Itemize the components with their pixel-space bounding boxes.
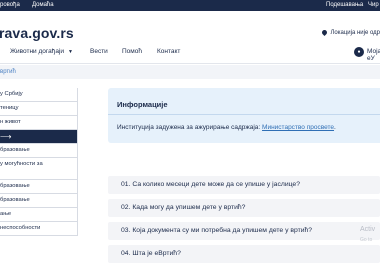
nav-contact[interactable]: Контакт (157, 48, 180, 55)
site-logo[interactable]: rava.gov.rs (0, 25, 74, 41)
sidebar-item-label: н живот (0, 119, 21, 125)
sidebar-item[interactable]: бразовање (0, 144, 78, 158)
top-link-1[interactable]: ровођа (0, 2, 20, 8)
sidebar-item-label: у могућности за (0, 161, 43, 167)
script-link[interactable]: Чир (368, 2, 379, 8)
sidebar-item-active[interactable]: ⟶ (0, 130, 78, 144)
breadcrumb-current[interactable]: вртић (0, 69, 16, 75)
faq-question: 04. Шта је еВртић? (121, 250, 181, 257)
info-body-text: Институција задужена за ажурирање садржа… (117, 124, 263, 131)
sidebar-menu: у Србију теницу н живот ⟶ бразовање у мо… (0, 88, 78, 236)
sidebar-item-label: неспособности (0, 225, 41, 231)
nav-life-events[interactable]: Животни догађаји ▼ (10, 48, 73, 55)
site-header: rava.gov.rs Локација није одр (0, 11, 380, 43)
info-body-suffix: . (334, 124, 336, 131)
top-utility-bar: ровођа Домаћа Подешавања Чир (0, 0, 380, 11)
faq-question: 03. Која документа су ми потребна да упи… (121, 227, 313, 234)
faq-item[interactable]: 04. Шта је еВртић? (108, 245, 380, 263)
activation-watermark-sub: Go to (360, 237, 373, 243)
faq-question: 01. Са колико месеци дете може да се упи… (121, 181, 300, 188)
faq-item[interactable]: 02. Када могу да упишем дете у вртић? (108, 199, 380, 217)
sidebar-item[interactable]: у Србију (0, 88, 78, 102)
sidebar-item[interactable]: н живот (0, 116, 78, 130)
sidebar-item[interactable]: ање (0, 208, 78, 222)
sidebar-item-label: ање (0, 211, 12, 217)
sidebar-item[interactable]: бразовање (0, 180, 78, 194)
info-body: Институција задужена за ажурирање садржа… (117, 124, 336, 131)
sidebar-item-label: бразовање (0, 147, 30, 153)
location-text: Локација није одр (330, 30, 380, 37)
nav-help[interactable]: Помоћ (122, 48, 142, 55)
sidebar-item-label: бразовање (0, 183, 30, 189)
user-avatar-icon[interactable]: ● (354, 47, 364, 57)
nav-news[interactable]: Вести (90, 48, 108, 55)
location-indicator[interactable]: Локација није одр (321, 28, 380, 37)
faq-question: 02. Када могу да упишем дете у вртић? (121, 204, 246, 211)
top-link-2[interactable]: Домаћа (32, 2, 54, 8)
sidebar-item[interactable]: неспособности (0, 222, 78, 236)
settings-link[interactable]: Подешавања (326, 2, 363, 8)
nav-life-events-label: Животни догађаји (10, 48, 65, 55)
activation-watermark: Activ (360, 226, 376, 233)
arrow-right-icon: ⟶ (0, 132, 12, 141)
info-panel: Информације Институција задужена за ажур… (108, 88, 380, 143)
sidebar-item[interactable]: у могућности за (0, 158, 78, 180)
info-title: Информације (117, 100, 168, 109)
sidebar-item[interactable]: теницу (0, 102, 78, 116)
sidebar-item-label: бразовање (0, 197, 30, 203)
faq-item[interactable]: 01. Са колико месеци дете може да се упи… (108, 176, 380, 194)
user-account-link[interactable]: Моја еУ (367, 48, 380, 62)
info-divider (108, 114, 380, 115)
sidebar-item-label: у Србију (0, 91, 23, 97)
main-navigation: Животни догађаји ▼ Вести Помоћ Контакт ● … (0, 43, 380, 64)
ministry-link[interactable]: Министарство просвете (262, 124, 334, 131)
chevron-down-icon: ▼ (68, 49, 73, 55)
location-pin-icon (321, 28, 329, 37)
sidebar-item-label: теницу (0, 105, 19, 111)
faq-item[interactable]: 03. Која документа су ми потребна да упи… (108, 222, 380, 240)
sidebar-item[interactable]: бразовање (0, 194, 78, 208)
breadcrumb: вртић (0, 65, 380, 79)
